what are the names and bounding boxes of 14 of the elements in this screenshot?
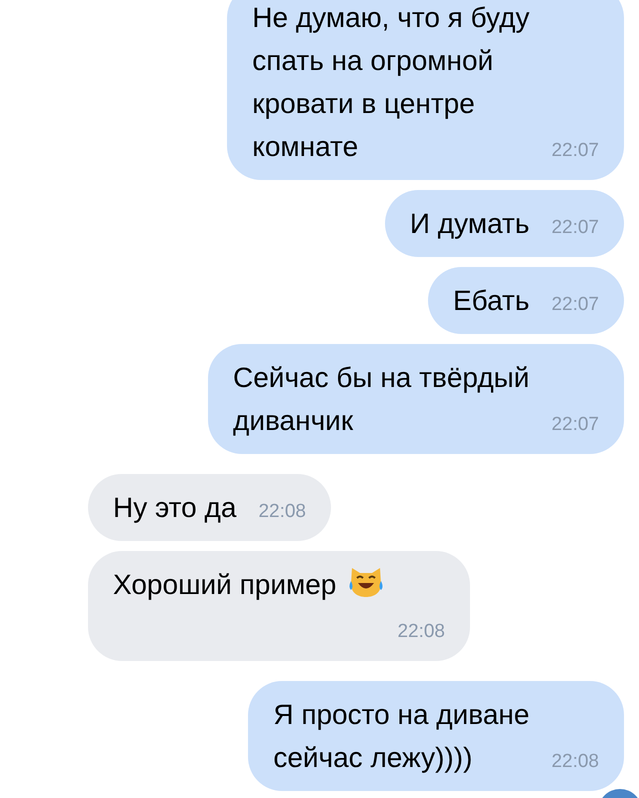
message-text: Хороший пример	[113, 569, 336, 600]
message-time: 22:07	[550, 139, 599, 163]
message-text: Я просто на диване сейчас лежу))))	[273, 699, 530, 773]
message-text: Ну это да	[113, 492, 236, 523]
message-text: Ебать	[453, 285, 530, 316]
message-text: И думать	[410, 208, 530, 239]
message-text: Не думаю, что я буду спать на огромной кровати в центре комнате	[252, 2, 530, 162]
message-time: 22:07	[550, 293, 599, 317]
message-time: 22:08	[550, 750, 599, 774]
message-time: 22:07	[550, 216, 599, 240]
message-time: 22:08	[396, 620, 445, 644]
message-time: 22:08	[257, 500, 306, 524]
message-time: 22:07	[550, 413, 599, 437]
message-text: Сейчас бы на твёрдый диванчик	[233, 362, 530, 436]
